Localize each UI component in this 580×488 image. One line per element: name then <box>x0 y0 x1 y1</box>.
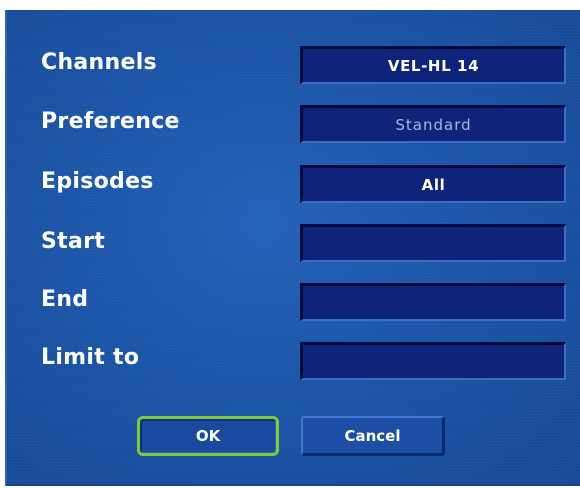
start-field[interactable] <box>300 224 566 262</box>
preference-field[interactable]: Standard <box>300 105 566 143</box>
channels-label: Channels <box>41 50 157 75</box>
limit-to-field[interactable] <box>300 342 566 380</box>
channels-field[interactable]: VEL-HL 14 <box>300 46 566 84</box>
settings-dialog: Channels VEL-HL 14 Preference Standard E… <box>5 10 580 486</box>
start-label: Start <box>41 229 106 254</box>
end-field[interactable] <box>300 283 566 321</box>
ok-button[interactable]: OK <box>137 416 279 456</box>
limit-to-label: Limit to <box>41 345 140 370</box>
episodes-field[interactable]: All <box>300 165 566 203</box>
end-label: End <box>41 287 89 312</box>
episodes-label: Episodes <box>41 169 154 194</box>
preference-label: Preference <box>41 109 180 134</box>
cancel-button[interactable]: Cancel <box>301 416 445 456</box>
